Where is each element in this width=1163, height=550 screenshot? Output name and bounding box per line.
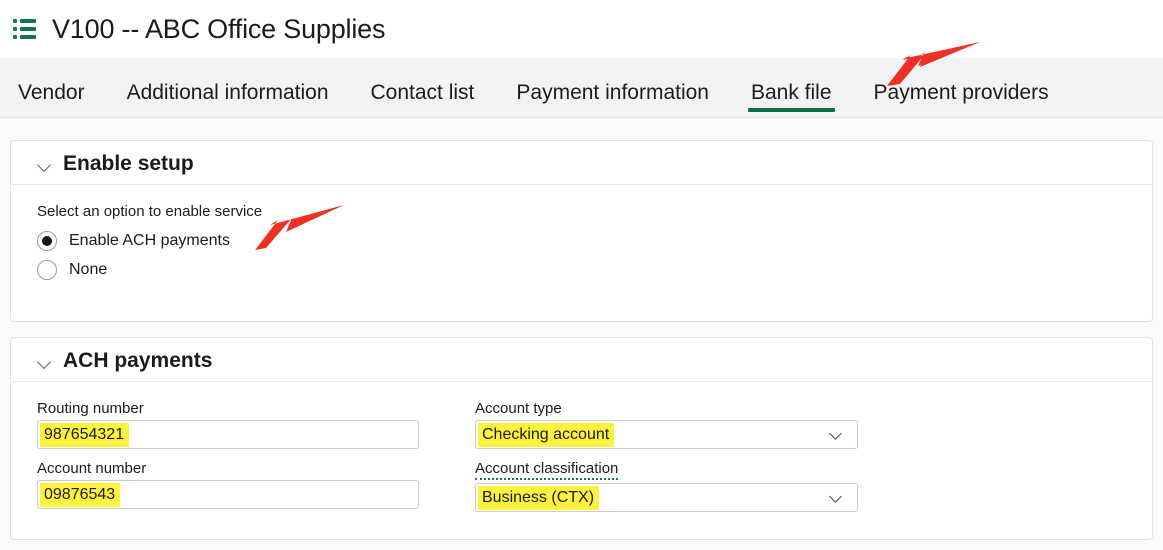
tab-contact-list[interactable]: Contact list <box>350 82 496 117</box>
account-classification-value: Business (CTX) <box>478 486 599 510</box>
routing-number-label: Routing number <box>37 400 144 417</box>
chevron-down-icon <box>37 353 53 369</box>
tab-additional-information[interactable]: Additional information <box>106 82 350 117</box>
section-title: Enable setup <box>63 153 194 174</box>
tab-label: Bank file <box>751 81 832 104</box>
chevron-down-icon[interactable] <box>831 492 841 502</box>
radio-option-enable-ach-payments[interactable]: Enable ACH payments <box>37 226 1126 255</box>
field-account-number: Account number 09876543 <box>37 460 419 509</box>
vendor-bank-file-page: V100 -- ABC Office Supplies Vendor Addit… <box>0 0 1163 550</box>
tab-bar: Vendor Additional information Contact li… <box>0 58 1163 118</box>
account-classification-select[interactable]: Business (CTX) <box>475 483 858 512</box>
radio-option-none[interactable]: None <box>37 255 1126 284</box>
account-number-input[interactable]: 09876543 <box>37 480 419 509</box>
enable-setup-card: Enable setup Select an option to enable … <box>10 140 1153 322</box>
ach-payments-body: Routing number 987654321 Account number … <box>11 382 1152 523</box>
account-type-value: Checking account <box>478 423 614 447</box>
account-number-label: Account number <box>37 460 146 477</box>
account-type-label: Account type <box>475 400 562 417</box>
enable-setup-section-header[interactable]: Enable setup <box>11 141 1152 185</box>
chevron-down-icon <box>37 156 53 172</box>
page-title: V100 -- ABC Office Supplies <box>52 14 385 45</box>
radio-group-label: Select an option to enable service <box>37 203 1126 220</box>
account-number-value: 09876543 <box>40 483 120 507</box>
ach-left-column: Routing number 987654321 Account number … <box>37 400 419 523</box>
ach-payments-section-header[interactable]: ACH payments <box>11 338 1152 382</box>
tab-payment-providers[interactable]: Payment providers <box>853 82 1070 117</box>
routing-number-input[interactable]: 987654321 <box>37 420 419 449</box>
tab-label: Vendor <box>18 81 85 104</box>
field-account-type: Account type Checking account <box>475 400 858 449</box>
tab-label: Payment providers <box>874 81 1049 104</box>
ach-right-column: Account type Checking account Account cl… <box>475 400 858 523</box>
field-account-classification: Account classification Business (CTX) <box>475 460 858 512</box>
tab-bank-file[interactable]: Bank file <box>730 82 853 117</box>
tab-label: Contact list <box>371 81 475 104</box>
radio-label: Enable ACH payments <box>69 232 230 250</box>
radio-button[interactable] <box>37 231 57 251</box>
enable-setup-body: Select an option to enable service Enabl… <box>11 185 1152 284</box>
routing-number-value: 987654321 <box>40 423 129 447</box>
tab-payment-information[interactable]: Payment information <box>495 82 730 117</box>
field-routing-number: Routing number 987654321 <box>37 400 419 449</box>
section-title: ACH payments <box>63 350 212 371</box>
radio-label: None <box>69 261 107 279</box>
page-header: V100 -- ABC Office Supplies <box>0 0 1163 58</box>
account-classification-label: Account classification <box>475 460 618 480</box>
tab-vendor[interactable]: Vendor <box>14 82 106 117</box>
list-icon[interactable] <box>13 18 39 40</box>
account-type-select[interactable]: Checking account <box>475 420 858 449</box>
radio-button[interactable] <box>37 260 57 280</box>
chevron-down-icon[interactable] <box>831 429 841 439</box>
tab-label: Additional information <box>127 81 329 104</box>
tab-active-underline <box>748 108 835 112</box>
ach-payments-card: ACH payments Routing number 987654321 Ac… <box>10 337 1153 540</box>
tab-label: Payment information <box>516 81 709 104</box>
